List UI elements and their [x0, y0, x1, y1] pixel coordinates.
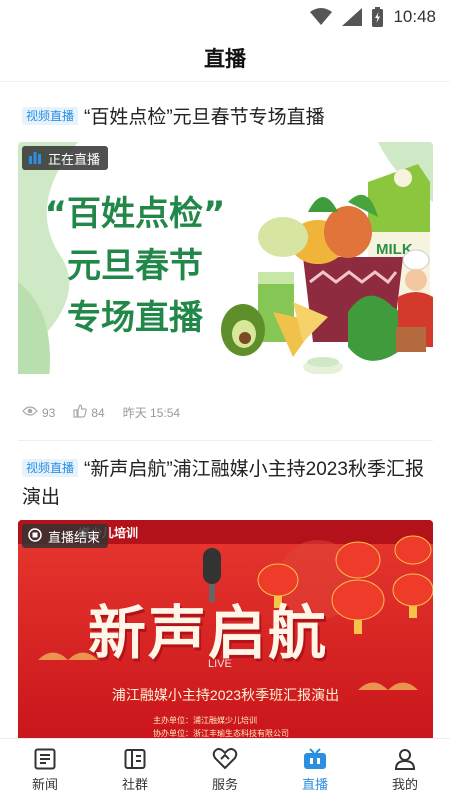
live-watermark: LIVE: [208, 658, 232, 670]
profile-icon: [393, 747, 417, 771]
community-icon: [123, 747, 147, 771]
card-divider: [18, 440, 433, 441]
cover-headline-3: 专场直播: [67, 298, 203, 338]
tab-news[interactable]: 新闻: [0, 739, 90, 800]
service-icon: [212, 747, 238, 771]
thumbs-up-icon[interactable]: [73, 404, 88, 421]
live-watermark: LIVE: [212, 252, 236, 264]
tab-profile[interactable]: 我的: [360, 739, 450, 800]
tab-community[interactable]: 社群: [90, 739, 180, 800]
card-title[interactable]: “百姓点检”元旦春节专场直播: [84, 107, 325, 128]
card-meta: 93 84 昨天 15:54: [22, 404, 180, 421]
header: 直播: [0, 34, 450, 82]
news-icon: [33, 747, 57, 771]
signal-icon: [342, 8, 363, 26]
tab-label: 新闻: [31, 776, 58, 792]
tab-label: 我的: [391, 776, 418, 792]
status-icons: 10:48: [310, 7, 436, 27]
eye-icon: [22, 405, 38, 420]
cover-headline-1: “百姓点检”: [44, 194, 226, 234]
stop-icon: [28, 527, 42, 545]
live-feed[interactable]: 视频直播 “百姓点检”元旦春节专场直播 正在直播 MILK “百姓点检” 元旦春…: [0, 82, 450, 738]
video-live-tag: 视频直播: [22, 107, 79, 125]
card-title-row[interactable]: 视频直播 “百姓点检”元旦春节专场直播: [22, 104, 432, 132]
tab-live[interactable]: 直播: [270, 739, 360, 800]
tab-label: 服务: [211, 776, 238, 792]
live-cover-image[interactable]: 正在直播 MILK “百姓点检” 元旦春节 专场直播 LIVE: [18, 142, 433, 388]
bottom-tab-bar: 新闻 社群 服务 直播 我的: [0, 738, 450, 800]
view-count: 93: [42, 405, 56, 420]
status-time: 10:48: [393, 7, 436, 26]
live-status-label: 直播结束: [48, 529, 101, 545]
live-card[interactable]: 视频直播 “百姓点检”元旦春节专场直播 正在直播 MILK “百姓点检” 元旦春…: [0, 82, 450, 442]
cover-subtitle: 浦江融媒小主持2023秋季班汇报演出: [111, 687, 340, 703]
tab-label: 社群: [121, 776, 148, 792]
live-status-badge: 直播结束: [22, 524, 109, 548]
cover-headline-2: 元旦春节: [67, 246, 203, 286]
battery-icon: [372, 7, 384, 27]
video-live-tag: 视频直播: [22, 459, 79, 477]
live-status-badge: 正在直播: [22, 146, 109, 170]
tab-label: 直播: [301, 776, 328, 792]
cover-organizer: 主办单位：浦江融媒少儿培训: [153, 716, 257, 725]
like-count: 84: [91, 405, 105, 420]
live-card[interactable]: 视频直播 “新声启航”浦江融媒小主持2023秋季汇报演出 直播结束 新声启航 浦…: [0, 442, 450, 738]
post-time: 昨天 15:54: [122, 406, 181, 420]
live-status-label: 正在直播: [48, 151, 101, 167]
cover-co-organizer: 协办单位：浙江丰瑜生态科技有限公司: [153, 729, 289, 738]
live-tv-icon: [302, 747, 328, 771]
live-cover-image[interactable]: 直播结束 新声启航 浦江融媒小主持2023秋季班汇报演出 主办单位：浦江融媒少儿…: [18, 520, 433, 738]
page-title: 直播: [204, 47, 246, 71]
wifi-icon: [310, 8, 333, 26]
card-title-row[interactable]: 视频直播 “新声启航”浦江融媒小主持2023秋季汇报演出: [22, 456, 432, 512]
live-bars-icon: [28, 150, 42, 167]
tab-service[interactable]: 服务: [180, 739, 270, 800]
card-title[interactable]: “新声启航”浦江融媒小主持2023秋季汇报演出: [22, 459, 424, 508]
status-bar: 10:48: [0, 0, 450, 34]
